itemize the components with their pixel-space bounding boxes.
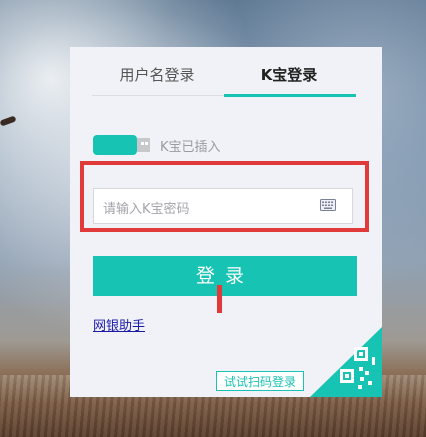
login-button[interactable]: 登录 (93, 256, 357, 296)
tab-kbao-login[interactable]: K宝登录 (224, 57, 354, 95)
qr-login-tag[interactable]: 试试扫码登录 (216, 371, 305, 391)
login-tabs: 用户名登录 K宝登录 (92, 57, 356, 97)
online-banking-assistant-link[interactable]: 网银助手 (93, 315, 145, 334)
usb-status-row: K宝已插入 (93, 135, 221, 155)
qr-code-icon[interactable] (310, 327, 382, 397)
tab-username-login[interactable]: 用户名登录 (92, 57, 222, 95)
highlight-annotation-box (80, 161, 369, 232)
red-marker-annotation (217, 285, 222, 313)
login-panel: 用户名登录 K宝登录 K宝已插入 请输入K宝密码 登录 网银助手 试试扫码登录 (70, 47, 382, 397)
usb-status-text: K宝已插入 (160, 139, 221, 155)
active-tab-indicator (224, 94, 356, 97)
usb-key-icon (93, 135, 150, 155)
